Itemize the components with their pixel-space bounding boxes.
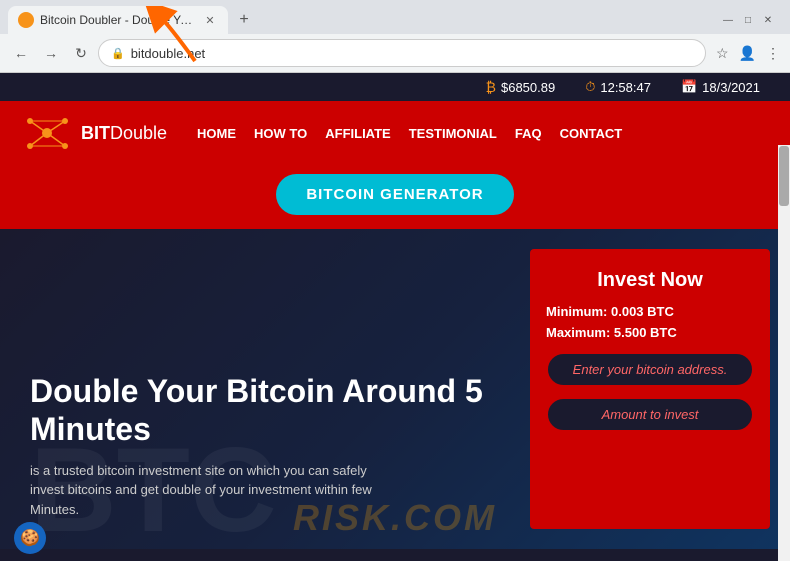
nav-home[interactable]: HOME bbox=[197, 126, 236, 141]
invest-maximum: Maximum: 5.500 BTC bbox=[546, 325, 754, 340]
nav-how-to[interactable]: HOW TO bbox=[254, 126, 307, 141]
hero-title: Double Your Bitcoin Around 5 Minutes bbox=[30, 372, 500, 449]
scrollbar-thumb[interactable] bbox=[779, 146, 789, 206]
site-header: BITDouble HOME HOW TO AFFILIATE TESTIMON… bbox=[0, 101, 790, 166]
invest-minimum: Minimum: 0.003 BTC bbox=[546, 304, 754, 319]
reload-button[interactable]: ↻ bbox=[68, 40, 94, 66]
watermark: RISK.COM bbox=[293, 497, 497, 539]
browser-chrome: Bitcoin Doubler - Double Your B... ✕ + —… bbox=[0, 0, 790, 73]
hero-section: Double Your Bitcoin Around 5 Minutes is … bbox=[0, 229, 790, 549]
main-nav: HOME HOW TO AFFILIATE TESTIMONIAL FAQ CO… bbox=[197, 126, 622, 141]
back-button[interactable]: ← bbox=[8, 40, 34, 66]
scrollbar[interactable] bbox=[778, 145, 790, 561]
url-text: bitdouble.net bbox=[131, 46, 693, 61]
window-controls: — □ ✕ bbox=[722, 14, 782, 26]
new-tab-button[interactable]: + bbox=[232, 8, 256, 32]
restore-button[interactable]: □ bbox=[742, 14, 754, 26]
nav-faq[interactable]: FAQ bbox=[515, 126, 542, 141]
cta-button-row: BITCOIN GENERATOR bbox=[0, 166, 790, 229]
bookmark-button[interactable]: ☆ bbox=[714, 43, 731, 64]
nav-testimonial[interactable]: TESTIMONIAL bbox=[409, 126, 497, 141]
bitcoin-icon: ₿ bbox=[486, 79, 496, 95]
calendar-icon: 📅 bbox=[681, 79, 697, 95]
logo-bit: BIT bbox=[81, 123, 110, 143]
cookie-icon: 🍪 bbox=[20, 528, 40, 548]
tab-favicon bbox=[18, 12, 34, 28]
clock-icon: ⏱ bbox=[585, 79, 595, 95]
close-button[interactable]: ✕ bbox=[762, 14, 774, 26]
invest-box: Invest Now Minimum: 0.003 BTC Maximum: 5… bbox=[530, 249, 770, 529]
date-item: 📅 18/3/2021 bbox=[681, 79, 760, 95]
logo-double: Double bbox=[110, 123, 167, 143]
top-bar: ₿ $6850.89 ⏱ 12:58:47 📅 18/3/2021 bbox=[0, 73, 790, 101]
btc-price: $6850.89 bbox=[501, 80, 555, 95]
amount-input[interactable]: Amount to invest bbox=[546, 397, 754, 432]
bitcoin-generator-button[interactable]: BITCOIN GENERATOR bbox=[276, 174, 513, 215]
minimize-button[interactable]: — bbox=[722, 14, 734, 26]
lock-icon: 🔒 bbox=[111, 47, 125, 60]
menu-button[interactable]: ⋮ bbox=[764, 43, 782, 64]
time-item: ⏱ 12:58:47 bbox=[585, 79, 651, 95]
date-display: 18/3/2021 bbox=[702, 80, 760, 95]
forward-button[interactable]: → bbox=[38, 40, 64, 66]
website-content: ₿ $6850.89 ⏱ 12:58:47 📅 18/3/2021 bbox=[0, 73, 790, 561]
btc-price-item: ₿ $6850.89 bbox=[486, 79, 556, 95]
address-bar-row: ← → ↻ 🔒 bitdouble.net ☆ 👤 ⋮ bbox=[0, 34, 790, 72]
invest-title: Invest Now bbox=[546, 269, 754, 292]
nav-affiliate[interactable]: AFFILIATE bbox=[325, 126, 390, 141]
toolbar-right: ☆ 👤 ⋮ bbox=[714, 43, 782, 64]
logo-graphic bbox=[20, 111, 75, 156]
account-button[interactable]: 👤 bbox=[737, 43, 758, 64]
cookie-badge[interactable]: 🍪 bbox=[14, 522, 46, 554]
arrow-annotation bbox=[140, 6, 210, 71]
time-display: 12:58:47 bbox=[600, 80, 651, 95]
logo: BITDouble bbox=[20, 111, 167, 156]
logo-text: BITDouble bbox=[81, 123, 167, 144]
tab-bar: Bitcoin Doubler - Double Your B... ✕ + —… bbox=[0, 0, 790, 34]
bitcoin-address-input[interactable]: Enter your bitcoin address. bbox=[546, 352, 754, 387]
nav-contact[interactable]: CONTACT bbox=[560, 126, 623, 141]
